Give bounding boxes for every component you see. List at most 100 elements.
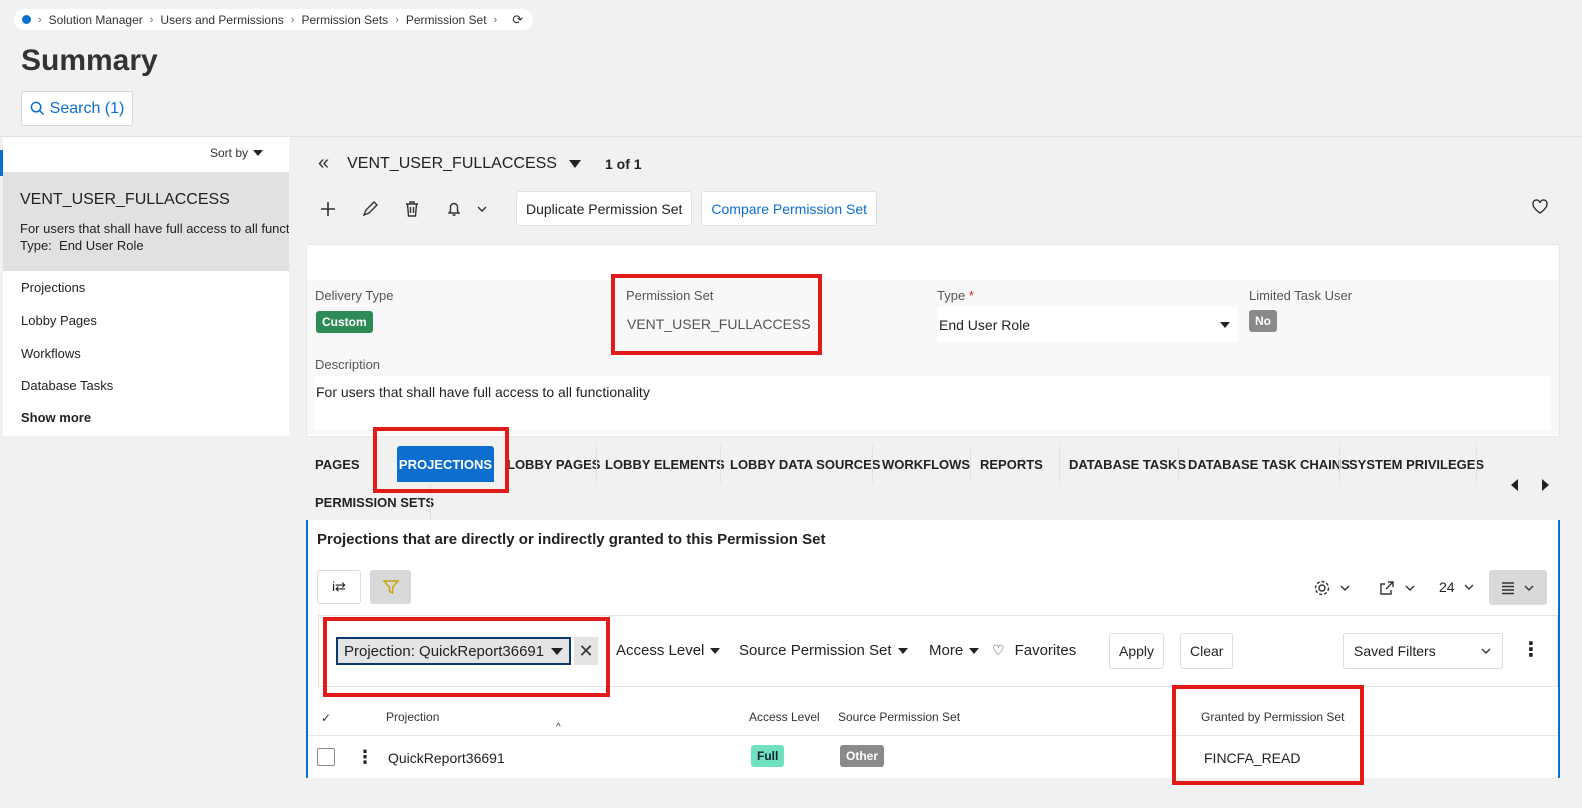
show-more-link[interactable]: Show more xyxy=(21,410,91,425)
caret-down-icon xyxy=(969,647,980,654)
caret-down-icon xyxy=(897,647,908,654)
row-actions-icon[interactable]: ⋮ xyxy=(356,747,374,767)
tab-permission-sets[interactable]: PERMISSION SETS xyxy=(315,495,434,510)
grid-title: Projections that are directly or indirec… xyxy=(317,531,826,548)
record-description: For users that shall have full access to… xyxy=(20,221,289,236)
compare-permission-set-button[interactable]: Compare Permission Set xyxy=(701,191,878,226)
type-select[interactable]: End User Role xyxy=(937,307,1238,342)
column-header-source-permission-set[interactable]: Source Permission Set xyxy=(838,710,960,724)
favorites-filter[interactable]: ♡ Favorites xyxy=(992,642,1076,659)
cell-projection[interactable]: QuickReport36691 xyxy=(388,750,505,766)
filter-toggle-button[interactable] xyxy=(370,570,411,604)
export-menu[interactable] xyxy=(1378,579,1416,597)
search-button-label: Search (1) xyxy=(49,99,125,117)
access-level-badge: Full xyxy=(751,745,785,767)
more-filter[interactable]: More xyxy=(929,642,980,659)
breadcrumb-item-permission-set[interactable]: Permission Set xyxy=(406,13,487,27)
sidebar-item-workflows[interactable]: Workflows xyxy=(21,346,81,361)
duplicate-permission-set-button[interactable]: Duplicate Permission Set xyxy=(516,191,693,226)
refresh-icon[interactable]: ⟳ xyxy=(512,12,523,28)
panel-background xyxy=(3,436,289,808)
tab-lobby-data-sources[interactable]: LOBBY DATA SOURCES xyxy=(730,457,880,472)
access-level-filter-label: Access Level xyxy=(616,642,705,659)
sort-by-dropdown[interactable]: Sort by xyxy=(210,146,264,160)
bell-icon[interactable] xyxy=(442,197,466,221)
row-checkbox[interactable] xyxy=(317,748,335,766)
highlight-box xyxy=(611,274,822,355)
clear-button[interactable]: Clear xyxy=(1180,633,1234,669)
select-all-checkmark-icon[interactable]: ✓ xyxy=(321,711,331,725)
breadcrumb-item-permission-sets[interactable]: Permission Sets xyxy=(301,13,388,27)
tab-workflows[interactable]: WORKFLOWS xyxy=(882,457,970,472)
highlight-box xyxy=(1172,685,1364,785)
type-label-text: Type xyxy=(937,288,966,303)
record-type-value: End User Role xyxy=(59,238,144,253)
tab-database-task-chains[interactable]: DATABASE TASK CHAINS xyxy=(1188,457,1350,472)
gear-icon xyxy=(1314,580,1330,596)
edit-icon[interactable] xyxy=(358,197,382,221)
delivery-type-badge: Custom xyxy=(316,311,373,333)
home-icon[interactable] xyxy=(22,15,31,24)
source-permission-set-filter[interactable]: Source Permission Set xyxy=(739,642,908,659)
saved-filters-select[interactable]: Saved Filters xyxy=(1343,633,1503,669)
chevron-right-icon: › xyxy=(290,13,295,26)
limited-task-user-label: Limited Task User xyxy=(1249,288,1353,303)
view-mode-button[interactable] xyxy=(1489,570,1547,605)
export-icon xyxy=(1380,581,1394,595)
collapse-panel-icon[interactable]: « xyxy=(318,152,329,175)
command-toolbar: Duplicate Permission Set Compare Permiss… xyxy=(316,191,886,226)
sidebar-item-lobby-pages[interactable]: Lobby Pages xyxy=(21,313,97,328)
breadcrumb-item-solution-manager[interactable]: Solution Manager xyxy=(49,13,143,27)
chevron-right-icon: › xyxy=(149,13,154,26)
more-filter-label: More xyxy=(929,642,964,659)
chevron-down-icon xyxy=(1340,585,1350,591)
record-type: Type: End User Role xyxy=(20,238,144,253)
record-selector[interactable]: VENT_USER_FULLACCESS xyxy=(347,155,557,173)
tab-scroll-right-icon[interactable] xyxy=(1540,478,1550,496)
page-size-select[interactable]: 24 xyxy=(1439,579,1475,595)
chevron-down-icon xyxy=(1405,585,1415,591)
sidebar-item-database-tasks[interactable]: Database Tasks xyxy=(21,378,113,393)
filter-icon xyxy=(381,580,400,595)
favorite-heart-icon[interactable] xyxy=(1531,198,1549,221)
page-size-value: 24 xyxy=(1439,579,1455,595)
chevron-right-icon: › xyxy=(493,13,498,26)
description-label: Description xyxy=(315,357,381,372)
column-header-access-level[interactable]: Access Level xyxy=(749,710,820,724)
sort-ascending-icon[interactable]: ^ xyxy=(556,722,561,733)
breadcrumb: › Solution Manager › Users and Permissio… xyxy=(14,9,534,30)
tab-reports[interactable]: REPORTS xyxy=(980,457,1043,472)
caret-down-icon xyxy=(1220,321,1230,328)
chevron-right-icon: › xyxy=(38,13,42,26)
add-icon[interactable] xyxy=(316,197,340,221)
chevron-down-icon[interactable] xyxy=(470,197,494,221)
caret-down-icon xyxy=(253,150,264,156)
more-options-icon[interactable]: ⋮ xyxy=(1521,640,1541,660)
apply-button[interactable]: Apply xyxy=(1109,633,1165,669)
record-list-item[interactable]: VENT_USER_FULLACCESS For users that shal… xyxy=(3,172,289,271)
grid-settings[interactable] xyxy=(1313,579,1351,597)
access-level-filter[interactable]: Access Level xyxy=(616,642,721,659)
tab-scroll-left-icon[interactable] xyxy=(1510,478,1520,496)
limited-task-user-badge: No xyxy=(1249,310,1277,332)
description-field[interactable]: For users that shall have full access to… xyxy=(314,376,1551,430)
tab-database-tasks[interactable]: DATABASE TASKS xyxy=(1069,457,1186,472)
tab-system-privileges[interactable]: SYSTEM PRIVILEGES xyxy=(1349,457,1484,472)
delete-icon[interactable] xyxy=(400,197,424,221)
tab-pages[interactable]: PAGES xyxy=(315,457,360,472)
sort-toggle-icon[interactable]: i⇄ xyxy=(317,570,361,604)
column-header-projection[interactable]: Projection xyxy=(386,710,439,724)
type-label: Type * xyxy=(937,288,974,303)
record-count: 1 of 1 xyxy=(604,155,642,172)
tab-lobby-pages[interactable]: LOBBY PAGES xyxy=(507,457,600,472)
source-badge: Other xyxy=(840,745,885,767)
tab-lobby-elements[interactable]: LOBBY ELEMENTS xyxy=(605,457,725,472)
cell-source-permission-set: Other xyxy=(840,745,885,767)
limited-task-user-value: No xyxy=(1249,310,1277,332)
breadcrumb-item-users-and-permissions[interactable]: Users and Permissions xyxy=(160,13,283,27)
highlight-box xyxy=(323,617,610,697)
record-title: VENT_USER_FULLACCESS xyxy=(20,191,230,208)
sidebar-item-projections[interactable]: Projections xyxy=(21,280,85,295)
search-button[interactable]: Search (1) xyxy=(21,91,133,126)
caret-down-icon[interactable] xyxy=(568,159,581,168)
